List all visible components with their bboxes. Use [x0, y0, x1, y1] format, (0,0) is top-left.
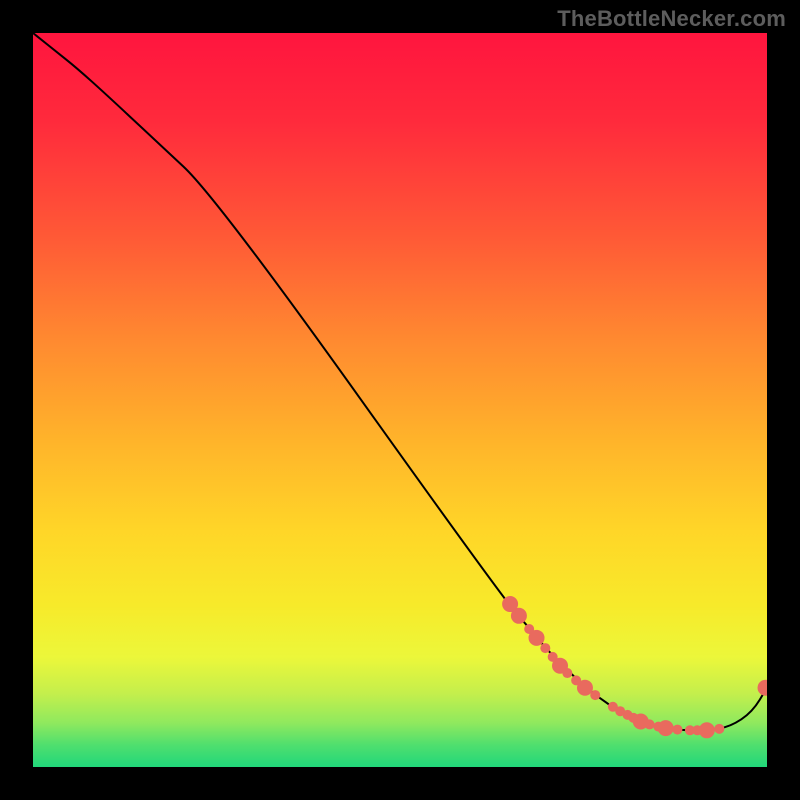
- highlight-point: [529, 630, 545, 646]
- highlight-point: [511, 608, 527, 624]
- highlight-point: [645, 719, 655, 729]
- highlight-point: [658, 720, 674, 736]
- highlight-point: [672, 725, 682, 735]
- watermark-label: TheBottleNecker.com: [557, 6, 786, 32]
- highlight-point: [590, 690, 600, 700]
- chart-stage: TheBottleNecker.com: [0, 0, 800, 800]
- highlight-point: [699, 722, 715, 738]
- highlight-point: [540, 643, 550, 653]
- highlight-point: [714, 724, 724, 734]
- highlight-point: [562, 668, 572, 678]
- gradient-background: [33, 33, 767, 767]
- plot-svg: [33, 33, 767, 767]
- plot-area: [33, 33, 767, 767]
